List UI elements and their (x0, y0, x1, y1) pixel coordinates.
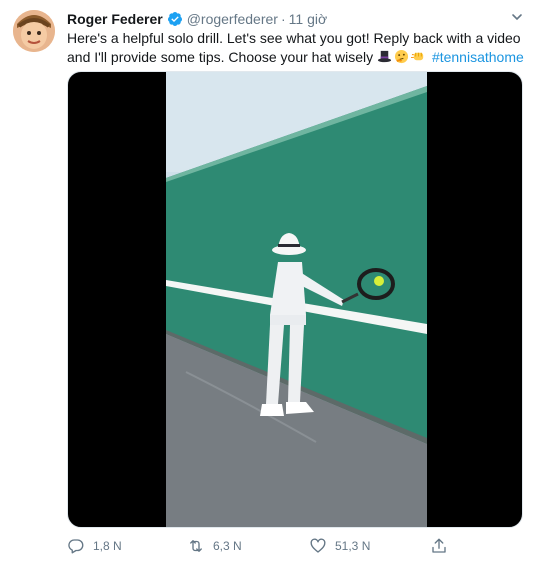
verified-badge-icon (167, 12, 182, 26)
hashtag-link[interactable]: #tennisathome (432, 49, 524, 65)
reply-action[interactable]: 1,8 N (67, 537, 122, 555)
tweet-text-line1: Here's a helpful solo drill. Let's see w… (67, 30, 521, 46)
share-icon (432, 538, 446, 553)
tweet-text: Here's a helpful solo drill. Let's see w… (67, 29, 527, 67)
retweet-action[interactable]: 6,3 N (187, 537, 242, 555)
avatar-image (13, 10, 55, 52)
reply-count: 1,8 N (93, 539, 122, 553)
retweet-icon (190, 540, 202, 552)
top-hat-emoji-icon (377, 50, 392, 63)
like-action[interactable]: 51,3 N (309, 537, 370, 555)
tweet-header: Roger Federer @rogerfederer · 11 giờ (67, 10, 327, 28)
heart-icon (310, 538, 326, 553)
more-options-chevron-down-icon[interactable] (510, 10, 524, 24)
thinking-face-emoji-icon (394, 49, 409, 64)
header-separator: · (280, 11, 286, 27)
retweet-count: 6,3 N (213, 539, 242, 553)
author-name[interactable]: Roger Federer (67, 11, 163, 27)
share-action[interactable] (430, 537, 456, 555)
author-handle[interactable]: @rogerfederer (187, 11, 278, 27)
fist-bump-emoji-icon (411, 52, 424, 61)
avatar[interactable] (13, 10, 55, 52)
video-thumbnail (166, 72, 427, 527)
tweet-actions: 1,8 N 6,3 N 51,3 N (67, 537, 467, 557)
reply-icon (68, 539, 84, 554)
tweet[interactable]: Roger Federer @rogerfederer · 11 giờ Her… (0, 0, 538, 562)
tweet-text-line2: and I'll provide some tips. Choose your … (67, 49, 374, 65)
video-player[interactable] (67, 71, 523, 528)
tweet-timestamp[interactable]: 11 giờ (289, 11, 328, 27)
like-count: 51,3 N (335, 539, 371, 553)
